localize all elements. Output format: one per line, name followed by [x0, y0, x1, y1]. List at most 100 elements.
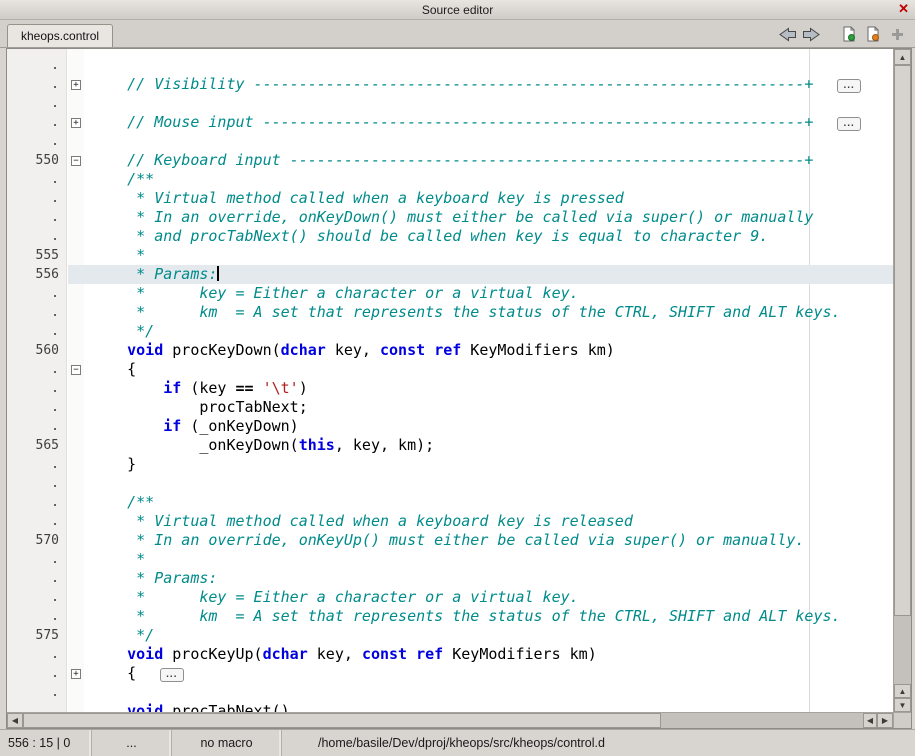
fold-toggle-icon[interactable]: − [71, 156, 81, 166]
code-text[interactable] [84, 94, 893, 113]
code-line[interactable]: . /** [7, 493, 893, 512]
horizontal-scrollbar[interactable]: ◀ ◀ ▶ [7, 713, 893, 728]
code-line[interactable]: 570 * In an override, onKeyUp() must eit… [7, 531, 893, 550]
code-line[interactable]: .+ // Visibility -----------------------… [7, 75, 893, 94]
code-line[interactable]: . } [7, 455, 893, 474]
code-line[interactable]: . procTabNext; [7, 398, 893, 417]
line-number[interactable]: . [7, 455, 68, 474]
code-text[interactable]: if (key == '\t') [84, 379, 893, 398]
code-line[interactable]: . * and procTabNext() should be called w… [7, 227, 893, 246]
scroll-up-secondary-button[interactable]: ▲ [894, 684, 911, 698]
line-number[interactable]: . [7, 208, 68, 227]
line-number[interactable]: . [7, 75, 68, 94]
code-text[interactable]: // Visibility --------------------------… [84, 75, 893, 94]
line-number[interactable]: . [7, 132, 68, 151]
code-text[interactable] [84, 56, 893, 75]
code-text[interactable]: * [84, 246, 893, 265]
code-line[interactable]: . * Virtual method called when a keyboar… [7, 512, 893, 531]
code-text[interactable]: * Params: [84, 569, 893, 588]
code-line[interactable]: . [7, 474, 893, 493]
fold-toggle-icon[interactable]: + [71, 118, 81, 128]
code-line[interactable]: . /** [7, 170, 893, 189]
line-number[interactable]: 556 [7, 265, 68, 284]
code-line[interactable]: . * Virtual method called when a keyboar… [7, 189, 893, 208]
line-number[interactable]: . [7, 360, 68, 379]
line-number[interactable]: . [7, 417, 68, 436]
line-number[interactable]: . [7, 303, 68, 322]
line-number[interactable]: . [7, 474, 68, 493]
line-number[interactable]: . [7, 493, 68, 512]
horizontal-scrollbar-thumb[interactable] [23, 713, 661, 728]
code-text[interactable]: // Mouse input -------------------------… [84, 113, 893, 132]
line-number[interactable]: . [7, 170, 68, 189]
line-number[interactable]: . [7, 569, 68, 588]
code-line[interactable]: 560 void procKeyDown(dchar key, const re… [7, 341, 893, 360]
code-text[interactable]: void procTabNext() [84, 702, 893, 712]
fold-ellipsis[interactable]: ... [837, 117, 860, 131]
code-line[interactable]: . [7, 56, 893, 75]
line-number[interactable]: . [7, 683, 68, 702]
code-line[interactable]: . if (_onKeyDown) [7, 417, 893, 436]
line-number[interactable]: . [7, 550, 68, 569]
line-number[interactable]: . [7, 227, 68, 246]
back-button[interactable] [775, 23, 799, 45]
line-number[interactable]: . [7, 702, 68, 712]
code-text[interactable] [84, 474, 893, 493]
code-text[interactable]: void procKeyUp(dchar key, const ref KeyM… [84, 645, 893, 664]
code-text[interactable]: * In an override, onKeyUp() must either … [84, 531, 893, 550]
code-line[interactable]: . * In an override, onKeyDown() must eit… [7, 208, 893, 227]
code-text[interactable]: procTabNext; [84, 398, 893, 417]
titlebar[interactable]: Source editor ✕ [0, 0, 915, 20]
code-text[interactable]: /** [84, 493, 893, 512]
vertical-scrollbar-thumb[interactable] [894, 65, 911, 616]
line-number[interactable]: . [7, 607, 68, 626]
code-line[interactable]: .+ {... [7, 664, 893, 683]
code-text[interactable] [84, 132, 893, 151]
code-text[interactable]: } [84, 455, 893, 474]
line-number[interactable]: 565 [7, 436, 68, 455]
code-line[interactable]: 575 */ [7, 626, 893, 645]
code-line[interactable]: . * km = A set that represents the statu… [7, 607, 893, 626]
code-text[interactable]: _onKeyDown(this, key, km); [84, 436, 893, 455]
scroll-left-secondary-button[interactable]: ◀ [863, 713, 877, 728]
line-number[interactable]: 550 [7, 151, 68, 170]
line-number[interactable]: . [7, 664, 68, 683]
line-number[interactable]: 570 [7, 531, 68, 550]
scroll-up-button[interactable]: ▲ [894, 49, 911, 65]
plus-button[interactable] [885, 23, 909, 45]
code-text[interactable]: */ [84, 322, 893, 341]
code-text[interactable]: */ [84, 626, 893, 645]
line-number[interactable]: 560 [7, 341, 68, 360]
line-number[interactable]: . [7, 645, 68, 664]
vertical-scrollbar[interactable]: ▲ ▲ ▼ [893, 49, 911, 712]
code-text[interactable]: * [84, 550, 893, 569]
close-icon[interactable]: ✕ [898, 1, 909, 17]
document-orange-button[interactable] [861, 23, 885, 45]
fold-toggle-icon[interactable]: + [71, 80, 81, 90]
code-line[interactable]: . * key = Either a character or a virtua… [7, 284, 893, 303]
line-number[interactable]: . [7, 56, 68, 75]
code-line[interactable]: . * km = A set that represents the statu… [7, 303, 893, 322]
code-text[interactable]: * In an override, onKeyDown() must eithe… [84, 208, 893, 227]
code-text[interactable]: { [84, 360, 893, 379]
line-number[interactable]: . [7, 113, 68, 132]
line-number[interactable]: . [7, 379, 68, 398]
vertical-scrollbar-track[interactable] [894, 65, 911, 684]
code-line[interactable]: . [7, 132, 893, 151]
code-text[interactable]: /** [84, 170, 893, 189]
code-line[interactable]: . * key = Either a character or a virtua… [7, 588, 893, 607]
code-text[interactable]: void procKeyDown(dchar key, const ref Ke… [84, 341, 893, 360]
line-number[interactable]: . [7, 94, 68, 113]
code-line[interactable]: . void procTabNext() [7, 702, 893, 712]
code-text[interactable]: * Virtual method called when a keyboard … [84, 512, 893, 531]
code-line[interactable]: 555 * [7, 246, 893, 265]
line-number[interactable]: . [7, 189, 68, 208]
code-line[interactable]: . [7, 94, 893, 113]
forward-button[interactable] [799, 23, 823, 45]
code-line[interactable]: . * Params: [7, 569, 893, 588]
line-number[interactable]: 555 [7, 246, 68, 265]
fold-toggle-icon[interactable]: − [71, 365, 81, 375]
code-area[interactable]: ..+ // Visibility ----------------------… [7, 49, 893, 712]
code-text[interactable]: // Keyboard input ----------------------… [84, 151, 893, 170]
fold-ellipsis[interactable]: ... [837, 79, 860, 93]
